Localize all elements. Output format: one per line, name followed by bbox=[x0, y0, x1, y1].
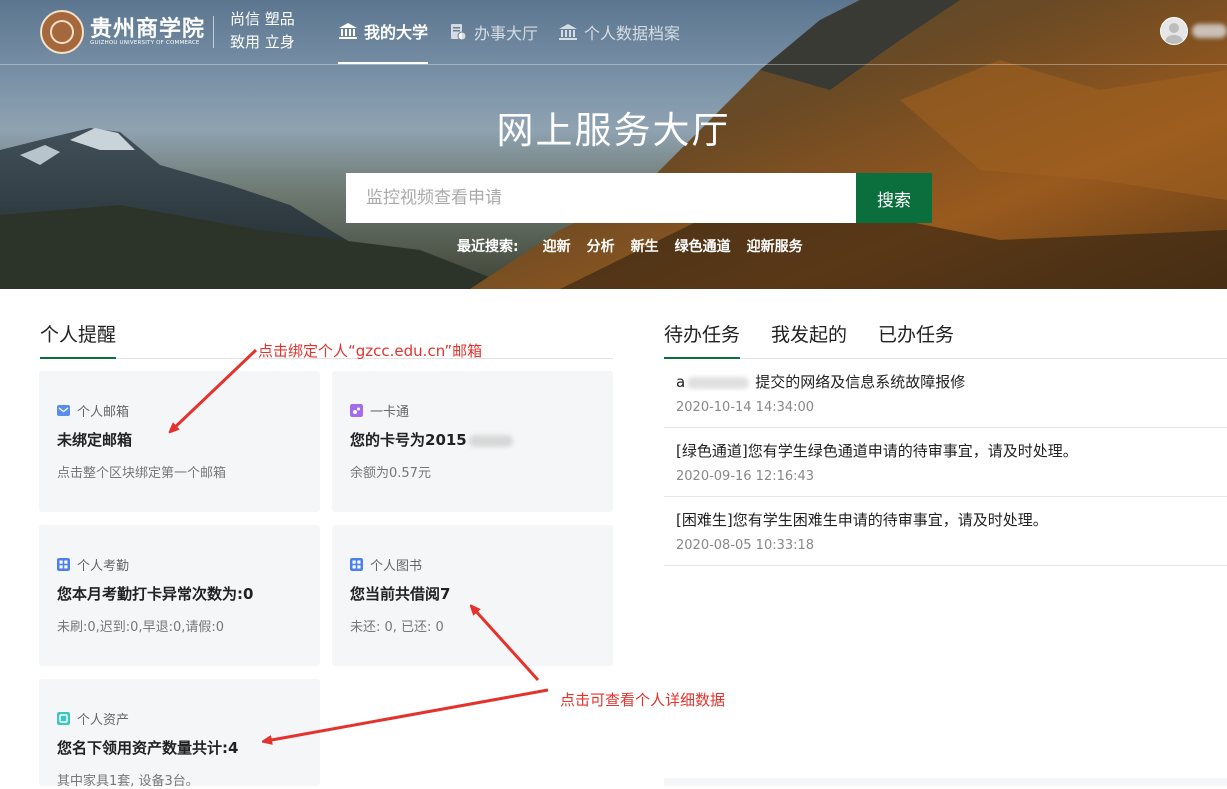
main-nav: 我的大学 办事大厅 个人数据档案 bbox=[338, 0, 700, 64]
user-icon bbox=[1165, 23, 1183, 44]
motto-line-2: 致用 立身 bbox=[230, 33, 295, 51]
nav-label: 办事大厅 bbox=[474, 24, 539, 43]
reminders-title: 个人提醒 bbox=[40, 320, 117, 359]
recent-searches: 最近搜索: 迎新 分析 新生 绿色通道 迎新服务 bbox=[457, 236, 819, 256]
recent-search-tag[interactable]: 绿色通道 bbox=[675, 236, 731, 256]
task-text: [困难生]您有学生困难生申请的待审事宜，请及时处理。 bbox=[676, 511, 1048, 529]
document-icon bbox=[451, 24, 467, 41]
annotation-mail-hint: 点击绑定个人“gzcc.edu.cn”邮箱 bbox=[258, 342, 483, 360]
card-type: 个人图书 bbox=[350, 555, 422, 574]
card-number-redacted bbox=[468, 434, 513, 447]
nav-label: 个人数据档案 bbox=[584, 24, 681, 43]
card-type: 个人资产 bbox=[57, 709, 129, 728]
card-desc: 余额为0.57元 bbox=[350, 466, 431, 481]
building-icon bbox=[339, 23, 357, 39]
mail-icon bbox=[57, 405, 70, 416]
card-title: 您当前共借阅7 bbox=[350, 585, 451, 603]
nav-service-hall[interactable]: 办事大厅 bbox=[448, 0, 538, 64]
card-type-label: 个人考勤 bbox=[77, 559, 130, 574]
submitter-name-redacted bbox=[687, 376, 750, 389]
task-item[interactable]: [困难生]您有学生困难生申请的待审事宜，请及时处理。 2020-08-05 10… bbox=[664, 497, 1227, 566]
card-campus-card[interactable]: 一卡通 您的卡号为2015 余额为0.57元 bbox=[332, 371, 613, 512]
card-type-label: 一卡通 bbox=[370, 405, 410, 420]
university-seal-logo[interactable] bbox=[40, 10, 84, 54]
card-title: 您的卡号为2015 bbox=[350, 429, 513, 450]
card-title: 未绑定邮箱 bbox=[57, 431, 133, 449]
task-panel-footer bbox=[664, 778, 1227, 786]
task-tabs: 待办任务 我发起的 已办任务 bbox=[664, 320, 1227, 359]
recent-search-tag[interactable]: 新生 bbox=[631, 236, 659, 256]
card-type: 个人邮箱 bbox=[57, 401, 129, 420]
grid-icon bbox=[350, 558, 363, 571]
annotation-detail-hint: 点击可查看个人详细数据 bbox=[560, 691, 726, 709]
task-text: a 提交的网络及信息系统故障报修 bbox=[676, 371, 965, 392]
recent-search-tag[interactable]: 迎新 bbox=[543, 236, 571, 256]
nav-personal-archive[interactable]: 个人数据档案 bbox=[558, 0, 680, 64]
hero-title: 网上服务大厅 bbox=[496, 109, 731, 152]
card-assets[interactable]: 个人资产 您名下领用资产数量共计:4 其中家具1套, 设备3台。 bbox=[39, 679, 320, 789]
asset-icon bbox=[57, 712, 70, 725]
user-avatar[interactable] bbox=[1160, 17, 1188, 45]
nav-my-university[interactable]: 我的大学 bbox=[338, 0, 429, 64]
task-time: 2020-08-05 10:33:18 bbox=[676, 538, 815, 553]
tab-completed-tasks[interactable]: 已办任务 bbox=[878, 320, 954, 357]
card-attendance[interactable]: 个人考勤 您本月考勤打卡异常次数为:0 未刷:0,迟到:0,早退:0,请假:0 bbox=[39, 525, 320, 666]
recent-search-tag[interactable]: 分析 bbox=[587, 236, 615, 256]
tab-initiated-by-me[interactable]: 我发起的 bbox=[771, 320, 847, 357]
task-item[interactable]: a 提交的网络及信息系统故障报修 2020-10-14 14:34:00 bbox=[664, 359, 1227, 428]
card-title-text: 您的卡号为2015 bbox=[350, 431, 467, 449]
card-title: 您名下领用资产数量共计:4 bbox=[57, 739, 239, 757]
card-title: 您本月考勤打卡异常次数为:0 bbox=[57, 585, 254, 603]
card-type: 个人考勤 bbox=[57, 555, 129, 574]
card-desc: 未刷:0,迟到:0,早退:0,请假:0 bbox=[57, 620, 225, 635]
card-personal-email[interactable]: 个人邮箱 未绑定邮箱 点击整个区块绑定第一个邮箱 bbox=[39, 371, 320, 512]
search-input[interactable] bbox=[346, 173, 856, 223]
card-desc: 未还: 0, 已还: 0 bbox=[350, 620, 444, 635]
card-type: 一卡通 bbox=[350, 401, 409, 420]
card-type-label: 个人图书 bbox=[370, 559, 423, 574]
tab-pending-tasks[interactable]: 待办任务 bbox=[664, 320, 741, 359]
university-name-logo[interactable]: 贵州商学院 bbox=[90, 11, 205, 43]
card-type-label: 个人资产 bbox=[77, 713, 130, 728]
user-name-redacted bbox=[1192, 24, 1227, 38]
card-type-label: 个人邮箱 bbox=[77, 405, 130, 420]
task-submitter: a bbox=[676, 373, 686, 391]
task-time: 2020-10-14 14:34:00 bbox=[676, 400, 815, 415]
recent-search-label: 最近搜索: bbox=[457, 239, 519, 255]
recent-search-tag[interactable]: 迎新服务 bbox=[747, 236, 803, 256]
task-item[interactable]: [绿色通道]您有学生绿色通道申请的待审事宜，请及时处理。 2020-09-16 … bbox=[664, 428, 1227, 497]
university-motto: 尚信 塑品 致用 立身 bbox=[230, 8, 295, 54]
grid-icon bbox=[57, 558, 70, 571]
card-desc: 其中家具1套, 设备3台。 bbox=[57, 774, 199, 789]
building-icon bbox=[559, 24, 578, 40]
card-desc: 点击整个区块绑定第一个邮箱 bbox=[57, 466, 227, 481]
task-text: [绿色通道]您有学生绿色通道申请的待审事宜，请及时处理。 bbox=[676, 442, 1078, 460]
logo-divider bbox=[213, 16, 214, 48]
top-navbar: 贵州商学院 GUIZHOU UNIVERSITY OF COMMERCE 尚信 … bbox=[0, 0, 1227, 65]
university-english-name: GUIZHOU UNIVERSITY OF COMMERCE bbox=[90, 40, 200, 46]
card-library[interactable]: 个人图书 您当前共借阅7 未还: 0, 已还: 0 bbox=[332, 525, 613, 666]
card-icon bbox=[350, 404, 363, 417]
search-button[interactable]: 搜索 bbox=[856, 173, 932, 223]
nav-label: 我的大学 bbox=[364, 23, 429, 42]
motto-line-1: 尚信 塑品 bbox=[230, 10, 295, 28]
task-text-body: 提交的网络及信息系统故障报修 bbox=[755, 373, 966, 391]
task-time: 2020-09-16 12:16:43 bbox=[676, 469, 815, 484]
